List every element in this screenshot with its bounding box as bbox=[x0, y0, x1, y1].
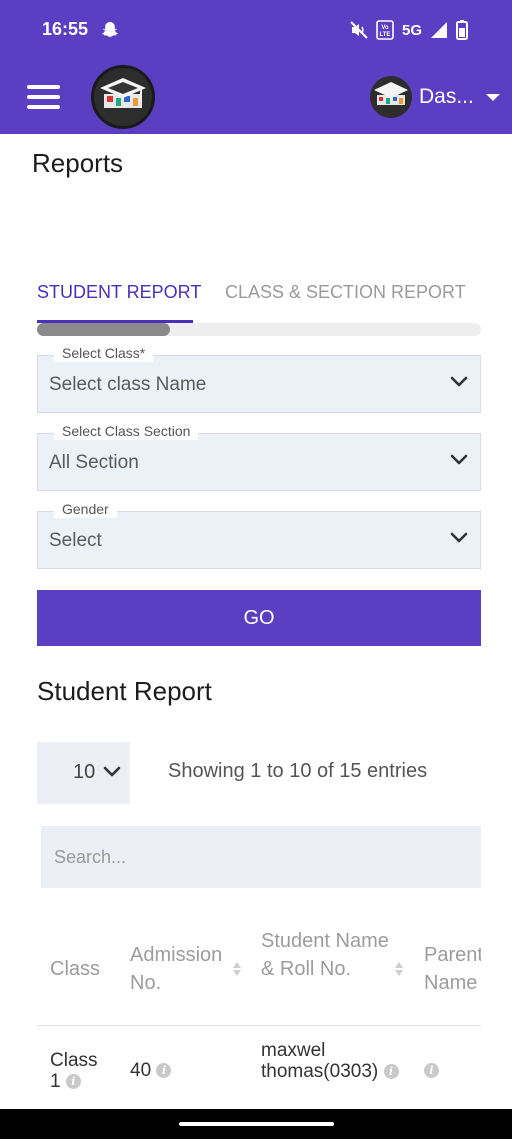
sort-icon[interactable] bbox=[394, 961, 404, 977]
system-nav-bar bbox=[0, 1109, 512, 1139]
chevron-down-icon bbox=[450, 532, 468, 543]
info-icon[interactable]: i bbox=[65, 1074, 81, 1090]
snapchat-icon bbox=[102, 22, 118, 37]
school-logo[interactable] bbox=[91, 65, 155, 129]
svg-text:Vo: Vo bbox=[381, 25, 389, 31]
volte-icon: Vo LTE bbox=[376, 20, 394, 40]
tab-student-report[interactable]: STUDENT REPORT bbox=[37, 282, 201, 303]
gender-select-value: Select bbox=[49, 530, 102, 551]
section-select-value: All Section bbox=[49, 452, 139, 473]
menu-button[interactable] bbox=[27, 85, 60, 109]
section-title: Student Report bbox=[37, 676, 212, 706]
user-avatar[interactable] bbox=[370, 76, 412, 118]
signal-icon bbox=[431, 22, 447, 38]
gender-select[interactable]: Gender Select bbox=[37, 500, 481, 569]
chevron-down-icon bbox=[450, 376, 468, 387]
mute-icon bbox=[350, 21, 368, 39]
student-report-table: Class Admission No. Student Name & Roll … bbox=[37, 915, 481, 1109]
entries-info: Showing 1 to 10 of 15 entries bbox=[168, 760, 428, 782]
search-input[interactable] bbox=[41, 826, 481, 888]
sort-icon[interactable] bbox=[232, 961, 242, 977]
graduation-cap-icon bbox=[370, 76, 412, 118]
battery-icon bbox=[456, 20, 468, 40]
cell-student: maxwel thomas(0303) i bbox=[261, 1040, 411, 1082]
chevron-down-icon bbox=[450, 454, 468, 465]
caret-down-icon[interactable] bbox=[486, 94, 500, 101]
cell-class: Class 1 i bbox=[50, 1050, 110, 1092]
info-icon[interactable]: i bbox=[156, 1063, 172, 1079]
menu-icon bbox=[27, 85, 60, 89]
page-length-select[interactable]: 10 bbox=[37, 742, 130, 804]
section-select-label: Select Class Section bbox=[54, 422, 199, 440]
graduation-cap-icon bbox=[94, 68, 152, 126]
go-button[interactable]: GO bbox=[37, 590, 481, 646]
page-length-value: 10 bbox=[73, 761, 96, 783]
status-bar: 16:55 Vo LTE 5G bbox=[0, 0, 512, 60]
info-icon[interactable]: i bbox=[424, 1063, 439, 1079]
tab-scrollbar-thumb[interactable] bbox=[37, 323, 170, 336]
page-title: Reports bbox=[32, 148, 124, 178]
info-icon[interactable]: i bbox=[383, 1064, 399, 1080]
class-select-label: Select Class* bbox=[54, 344, 154, 362]
tab-class-section-report[interactable]: CLASS & SECTION REPORT bbox=[225, 282, 466, 303]
column-header-class[interactable]: Class bbox=[50, 955, 130, 983]
cell-student-text: maxwel thomas(0303) bbox=[261, 1040, 379, 1082]
user-menu-label[interactable]: Das... bbox=[419, 85, 474, 109]
svg-text:LTE: LTE bbox=[380, 32, 391, 38]
gender-select-label: Gender bbox=[54, 500, 117, 518]
status-icons: Vo LTE 5G bbox=[350, 20, 468, 40]
table-header-divider bbox=[37, 1025, 481, 1026]
app-bar: 16:55 Vo LTE 5G Das... bbox=[0, 0, 512, 134]
column-header-parent[interactable]: Parent Name bbox=[424, 941, 481, 997]
class-select-value: Select class Name bbox=[49, 374, 207, 395]
cell-admission: 40 i bbox=[130, 1060, 220, 1081]
column-header-admission[interactable]: Admission No. bbox=[130, 941, 240, 997]
class-select[interactable]: Select Class* Select class Name bbox=[37, 344, 481, 413]
chevron-down-icon bbox=[103, 766, 121, 777]
status-time: 16:55 bbox=[42, 19, 89, 39]
column-header-student[interactable]: Student Name & Roll No. bbox=[261, 927, 395, 983]
home-gesture-pill[interactable] bbox=[179, 1122, 334, 1126]
network-type: 5G bbox=[401, 21, 422, 39]
section-select[interactable]: Select Class Section All Section bbox=[37, 422, 481, 491]
cell-parent: i bbox=[424, 1060, 464, 1081]
cell-admission-text: 40 bbox=[130, 1060, 152, 1081]
